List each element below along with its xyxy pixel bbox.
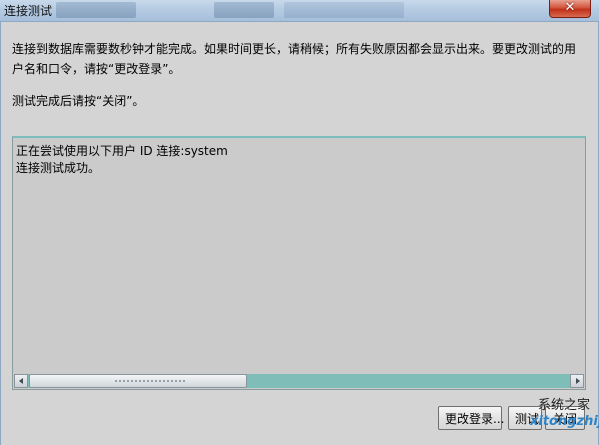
output-line-attempt: 正在尝试使用以下用户 ID 连接:system [16, 144, 228, 158]
horizontal-scrollbar[interactable] [14, 374, 584, 388]
change-login-button[interactable]: 更改登录... [438, 406, 504, 430]
close-button[interactable]: 关闭 [545, 406, 585, 430]
arrow-left-icon [19, 378, 23, 384]
scrollbar-thumb[interactable] [29, 374, 247, 388]
arrow-right-icon [576, 378, 580, 384]
connection-test-dialog: 连接测试 ✕ 连接到数据库需要数秒钟才能完成。如果时间更长，请稍候；所有失败原因… [0, 0, 599, 445]
scroll-right-button[interactable] [570, 374, 584, 388]
background-window-blur [284, 2, 404, 18]
close-icon: ✕ [564, 0, 576, 15]
test-button[interactable]: 测试 [508, 406, 542, 430]
test-output-textarea[interactable]: 正在尝试使用以下用户 ID 连接:system 连接测试成功。 [12, 136, 586, 390]
grip-icon [114, 379, 186, 383]
title-bar[interactable]: 连接测试 ✕ [0, 0, 599, 22]
output-text: 正在尝试使用以下用户 ID 连接:system 连接测试成功。 [16, 143, 228, 177]
scroll-left-button[interactable] [14, 374, 28, 388]
window-title: 连接测试 [4, 4, 53, 18]
background-window-blur [56, 2, 136, 18]
close-instruction-text: 测试完成后请按“关闭”。 [12, 94, 145, 108]
output-line-result: 连接测试成功。 [16, 161, 101, 175]
close-window-button[interactable]: ✕ [549, 0, 591, 18]
dialog-body: 连接到数据库需要数秒钟才能完成。如果时间更长，请稍候；所有失败原因都会显示出来。… [0, 22, 599, 445]
background-window-blur [214, 2, 274, 18]
instructions-text: 连接到数据库需要数秒钟才能完成。如果时间更长，请稍候；所有失败原因都会显示出来。… [12, 42, 577, 76]
